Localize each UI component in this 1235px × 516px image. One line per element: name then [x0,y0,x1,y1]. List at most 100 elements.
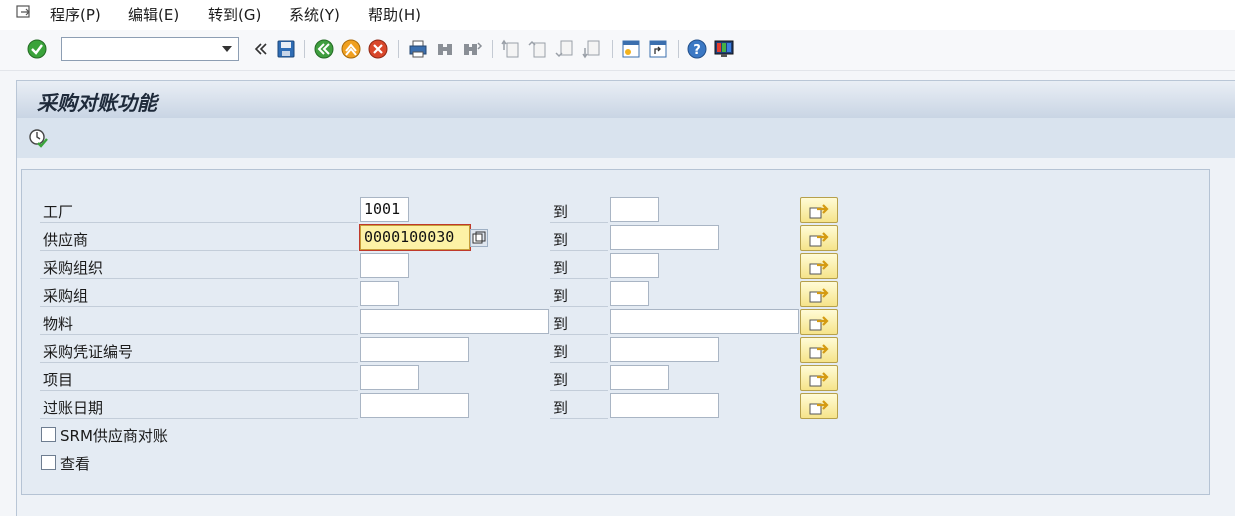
vendor-high-field[interactable] [610,225,719,250]
purchasing-group-to-label: 到 [553,287,569,305]
toolbar-separator [678,40,679,58]
purchasing-group-label: 采购组 [43,287,89,305]
row-divider [550,250,608,251]
toolbar-separator [304,40,305,58]
plant-high-field[interactable] [610,197,659,222]
menu-bar: 程序(P) 编辑(E) 转到(G) 系统(Y) 帮助(H) [0,0,1235,30]
purchasing-org-multiple-selection-button[interactable] [800,253,838,279]
srm-vendor-reconciliation-checkbox[interactable] [41,427,56,442]
save-icon[interactable] [275,38,297,60]
program-icon[interactable] [14,3,34,23]
purchasing-document-label: 采购凭证编号 [43,343,134,361]
posting-date-to-label: 到 [553,399,569,417]
multiple-selection-icon [809,372,829,387]
view-label: 查看 [60,455,91,473]
search-help-icon [472,231,486,244]
plant-to-label: 到 [553,203,569,221]
plant-label: 工厂 [43,203,74,221]
purchasing-document-low-field[interactable] [360,337,469,362]
material-low-field[interactable] [360,309,549,334]
purchasing-org-label: 采购组织 [43,259,104,277]
next-page-icon[interactable] [554,38,576,60]
shortcut-icon[interactable] [647,38,669,60]
row-divider [40,278,358,279]
cancel-icon[interactable] [367,38,389,60]
purchasing-group-high-field[interactable] [610,281,649,306]
print-icon[interactable] [407,38,429,60]
row-divider [40,390,358,391]
layout-menu-icon[interactable] [713,38,735,60]
item-low-field[interactable] [360,365,419,390]
purchasing-group-low-field[interactable] [360,281,399,306]
item-to-label: 到 [553,371,569,389]
multiple-selection-icon [809,232,829,247]
row-divider [40,334,358,335]
vendor-search-help-button[interactable] [470,229,488,247]
toolbar-separator [612,40,613,58]
help-icon[interactable]: ? [686,38,708,60]
plant-multiple-selection-button[interactable] [800,197,838,223]
posting-date-multiple-selection-button[interactable] [800,393,838,419]
row-divider [550,306,608,307]
plant-low-field[interactable]: 1001 [360,197,409,222]
create-session-icon[interactable] [620,38,642,60]
back-icon[interactable] [313,38,335,60]
purchasing-group-multiple-selection-button[interactable] [800,281,838,307]
svg-text:?: ? [693,43,701,58]
menu-help[interactable]: 帮助(H) [368,4,421,25]
standard-toolbar: ? [0,30,1235,71]
collapse-icon[interactable] [249,38,271,60]
purchasing-document-multiple-selection-button[interactable] [800,337,838,363]
toolbar-separator [492,40,493,58]
material-high-field[interactable] [610,309,799,334]
execute-icon[interactable] [27,127,49,149]
previous-page-icon[interactable] [527,38,549,60]
row-divider [40,250,358,251]
last-page-icon[interactable] [581,38,603,60]
vendor-to-label: 到 [553,231,569,249]
vendor-low-field[interactable]: 0000100030 [360,225,470,250]
title-bar: 采购对账功能 [16,80,1235,118]
item-multiple-selection-button[interactable] [800,365,838,391]
find-icon[interactable] [434,38,456,60]
purchasing-document-to-label: 到 [553,343,569,361]
item-high-field[interactable] [610,365,669,390]
application-toolbar [16,118,1235,158]
multiple-selection-icon [809,400,829,415]
row-divider [550,418,608,419]
row-divider [40,306,358,307]
purchasing-org-to-label: 到 [553,259,569,277]
toolbar-separator [398,40,399,58]
row-divider [40,418,358,419]
command-field[interactable] [61,37,239,61]
enter-icon[interactable] [26,38,48,60]
page-title: 采购对账功能 [37,91,157,115]
command-input[interactable] [65,39,219,61]
purchasing-org-high-field[interactable] [610,253,659,278]
exit-icon[interactable] [340,38,362,60]
multiple-selection-icon [809,260,829,275]
row-divider [550,278,608,279]
material-label: 物料 [43,315,74,333]
posting-date-label: 过账日期 [43,399,104,417]
row-divider [550,334,608,335]
find-next-icon[interactable] [461,38,483,60]
posting-date-high-field[interactable] [610,393,719,418]
menu-program[interactable]: 程序(P) [50,4,101,25]
vendor-label: 供应商 [43,231,89,249]
view-checkbox[interactable] [41,455,56,470]
row-divider [40,222,358,223]
menu-goto[interactable]: 转到(G) [208,4,261,25]
vendor-multiple-selection-button[interactable] [800,225,838,251]
command-dropdown-icon[interactable] [222,46,232,52]
multiple-selection-icon [809,344,829,359]
multiple-selection-icon [809,288,829,303]
purchasing-document-high-field[interactable] [610,337,719,362]
purchasing-org-low-field[interactable] [360,253,409,278]
material-multiple-selection-button[interactable] [800,309,838,335]
material-to-label: 到 [553,315,569,333]
first-page-icon[interactable] [500,38,522,60]
menu-edit[interactable]: 编辑(E) [128,4,179,25]
posting-date-low-field[interactable] [360,393,469,418]
menu-system[interactable]: 系统(Y) [289,4,340,25]
